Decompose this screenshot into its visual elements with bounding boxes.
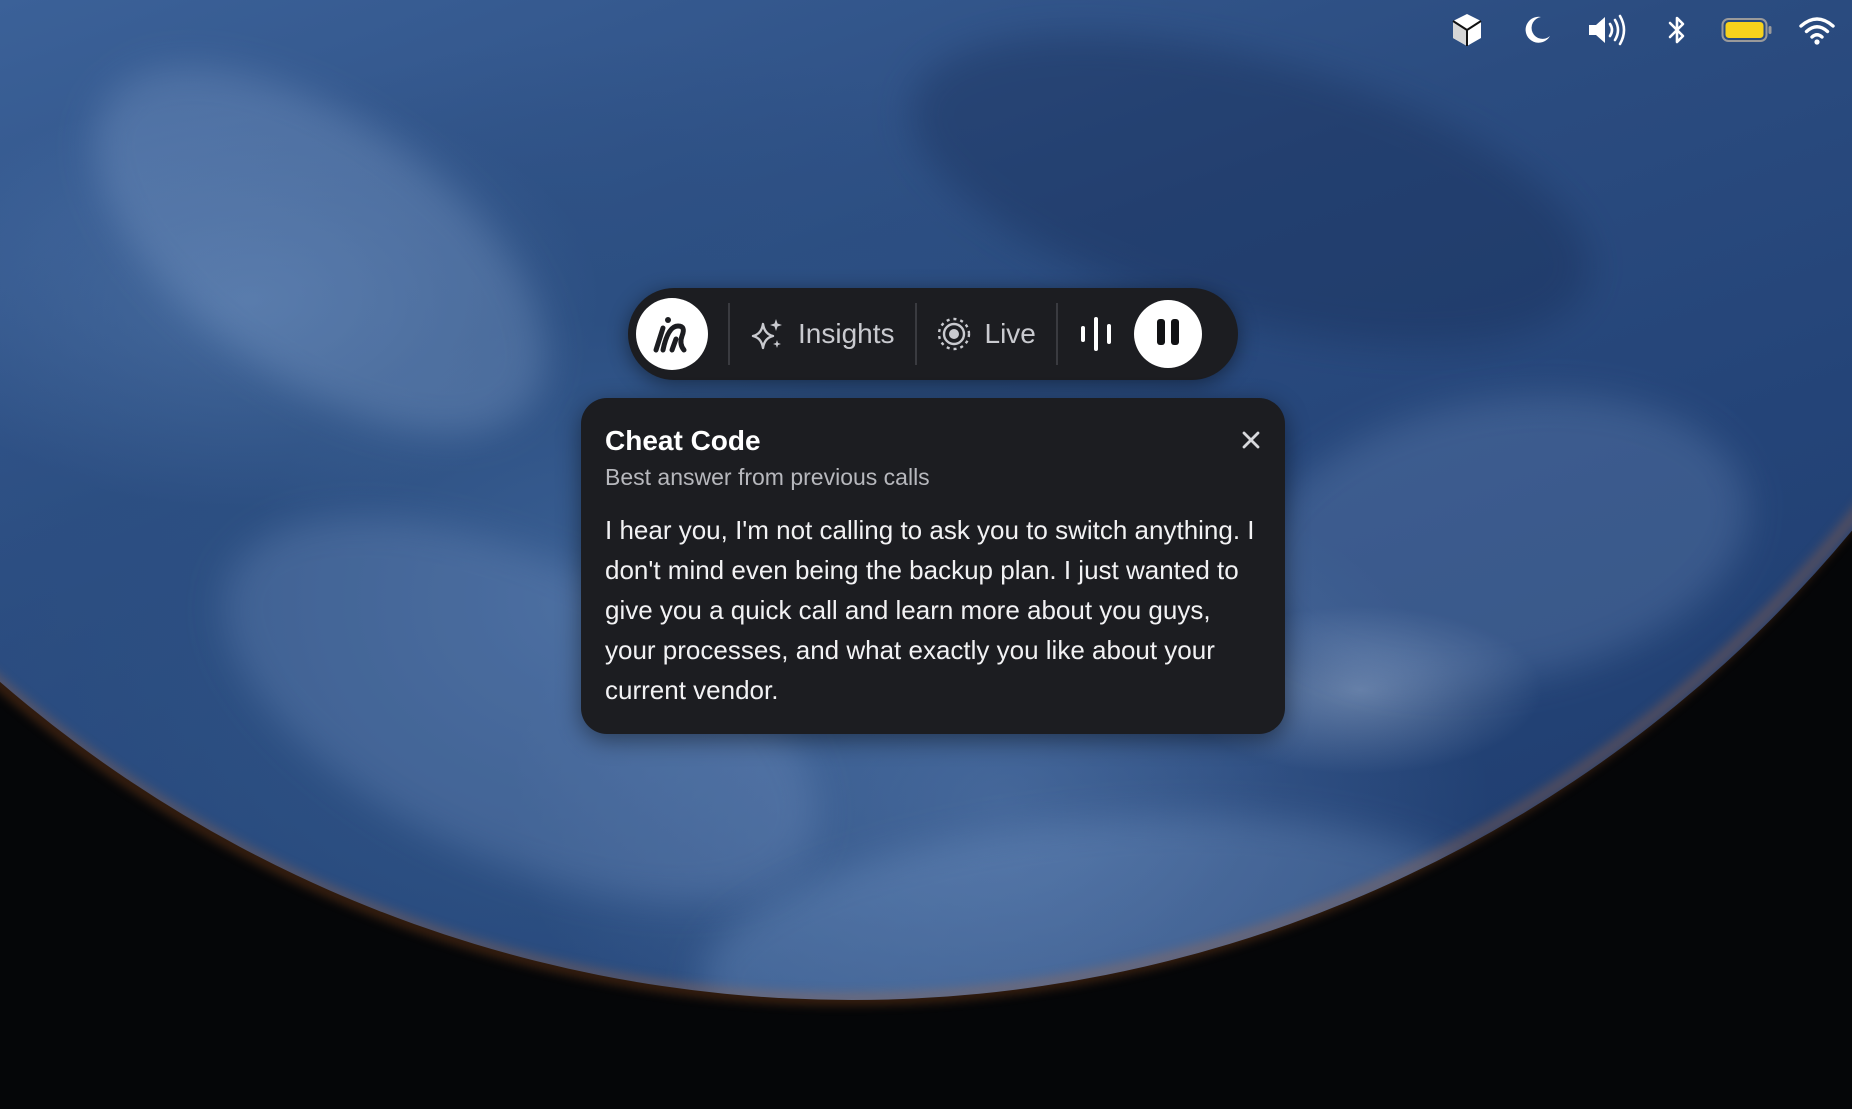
suggested-answer-text: I hear you, I'm not calling to ask you t… xyxy=(605,515,1255,705)
assistant-toolbar: Insights Live xyxy=(628,288,1238,380)
toolbar-divider xyxy=(914,303,917,365)
wifi-icon[interactable] xyxy=(1782,8,1852,52)
close-icon[interactable] xyxy=(1235,424,1267,456)
desktop: Insights Live Cheat Code Best answer fro… xyxy=(0,0,1852,1109)
toolbar-divider xyxy=(1055,303,1058,365)
wallpaper-texture xyxy=(1229,358,1771,722)
sparkle-icon xyxy=(750,317,784,351)
battery-icon[interactable] xyxy=(1712,8,1782,52)
menu-bar xyxy=(1432,8,1852,52)
card-subtitle: Best answer from previous calls xyxy=(605,464,930,490)
live-button[interactable]: Live xyxy=(937,317,1036,351)
moon-icon[interactable] xyxy=(1502,8,1572,52)
audio-wave-icon xyxy=(1078,314,1114,354)
card-title: Cheat Code xyxy=(605,425,761,456)
battery-level xyxy=(1725,22,1764,38)
speaker-icon[interactable] xyxy=(1572,8,1642,52)
toolbar-divider xyxy=(728,303,730,365)
broadcast-icon xyxy=(937,317,971,351)
wallpaper-texture xyxy=(690,785,1510,1109)
insights-label: Insights xyxy=(798,318,895,349)
live-label: Live xyxy=(984,318,1036,349)
insights-button[interactable]: Insights xyxy=(750,317,895,351)
pause-icon xyxy=(1155,318,1181,351)
cube-icon[interactable] xyxy=(1432,8,1502,52)
pause-button[interactable] xyxy=(1133,300,1202,368)
app-logo-icon[interactable] xyxy=(636,298,708,370)
cheat-code-card: Cheat Code Best answer from previous cal… xyxy=(581,398,1285,734)
bluetooth-icon[interactable] xyxy=(1642,8,1712,52)
wallpaper-texture xyxy=(32,0,608,506)
